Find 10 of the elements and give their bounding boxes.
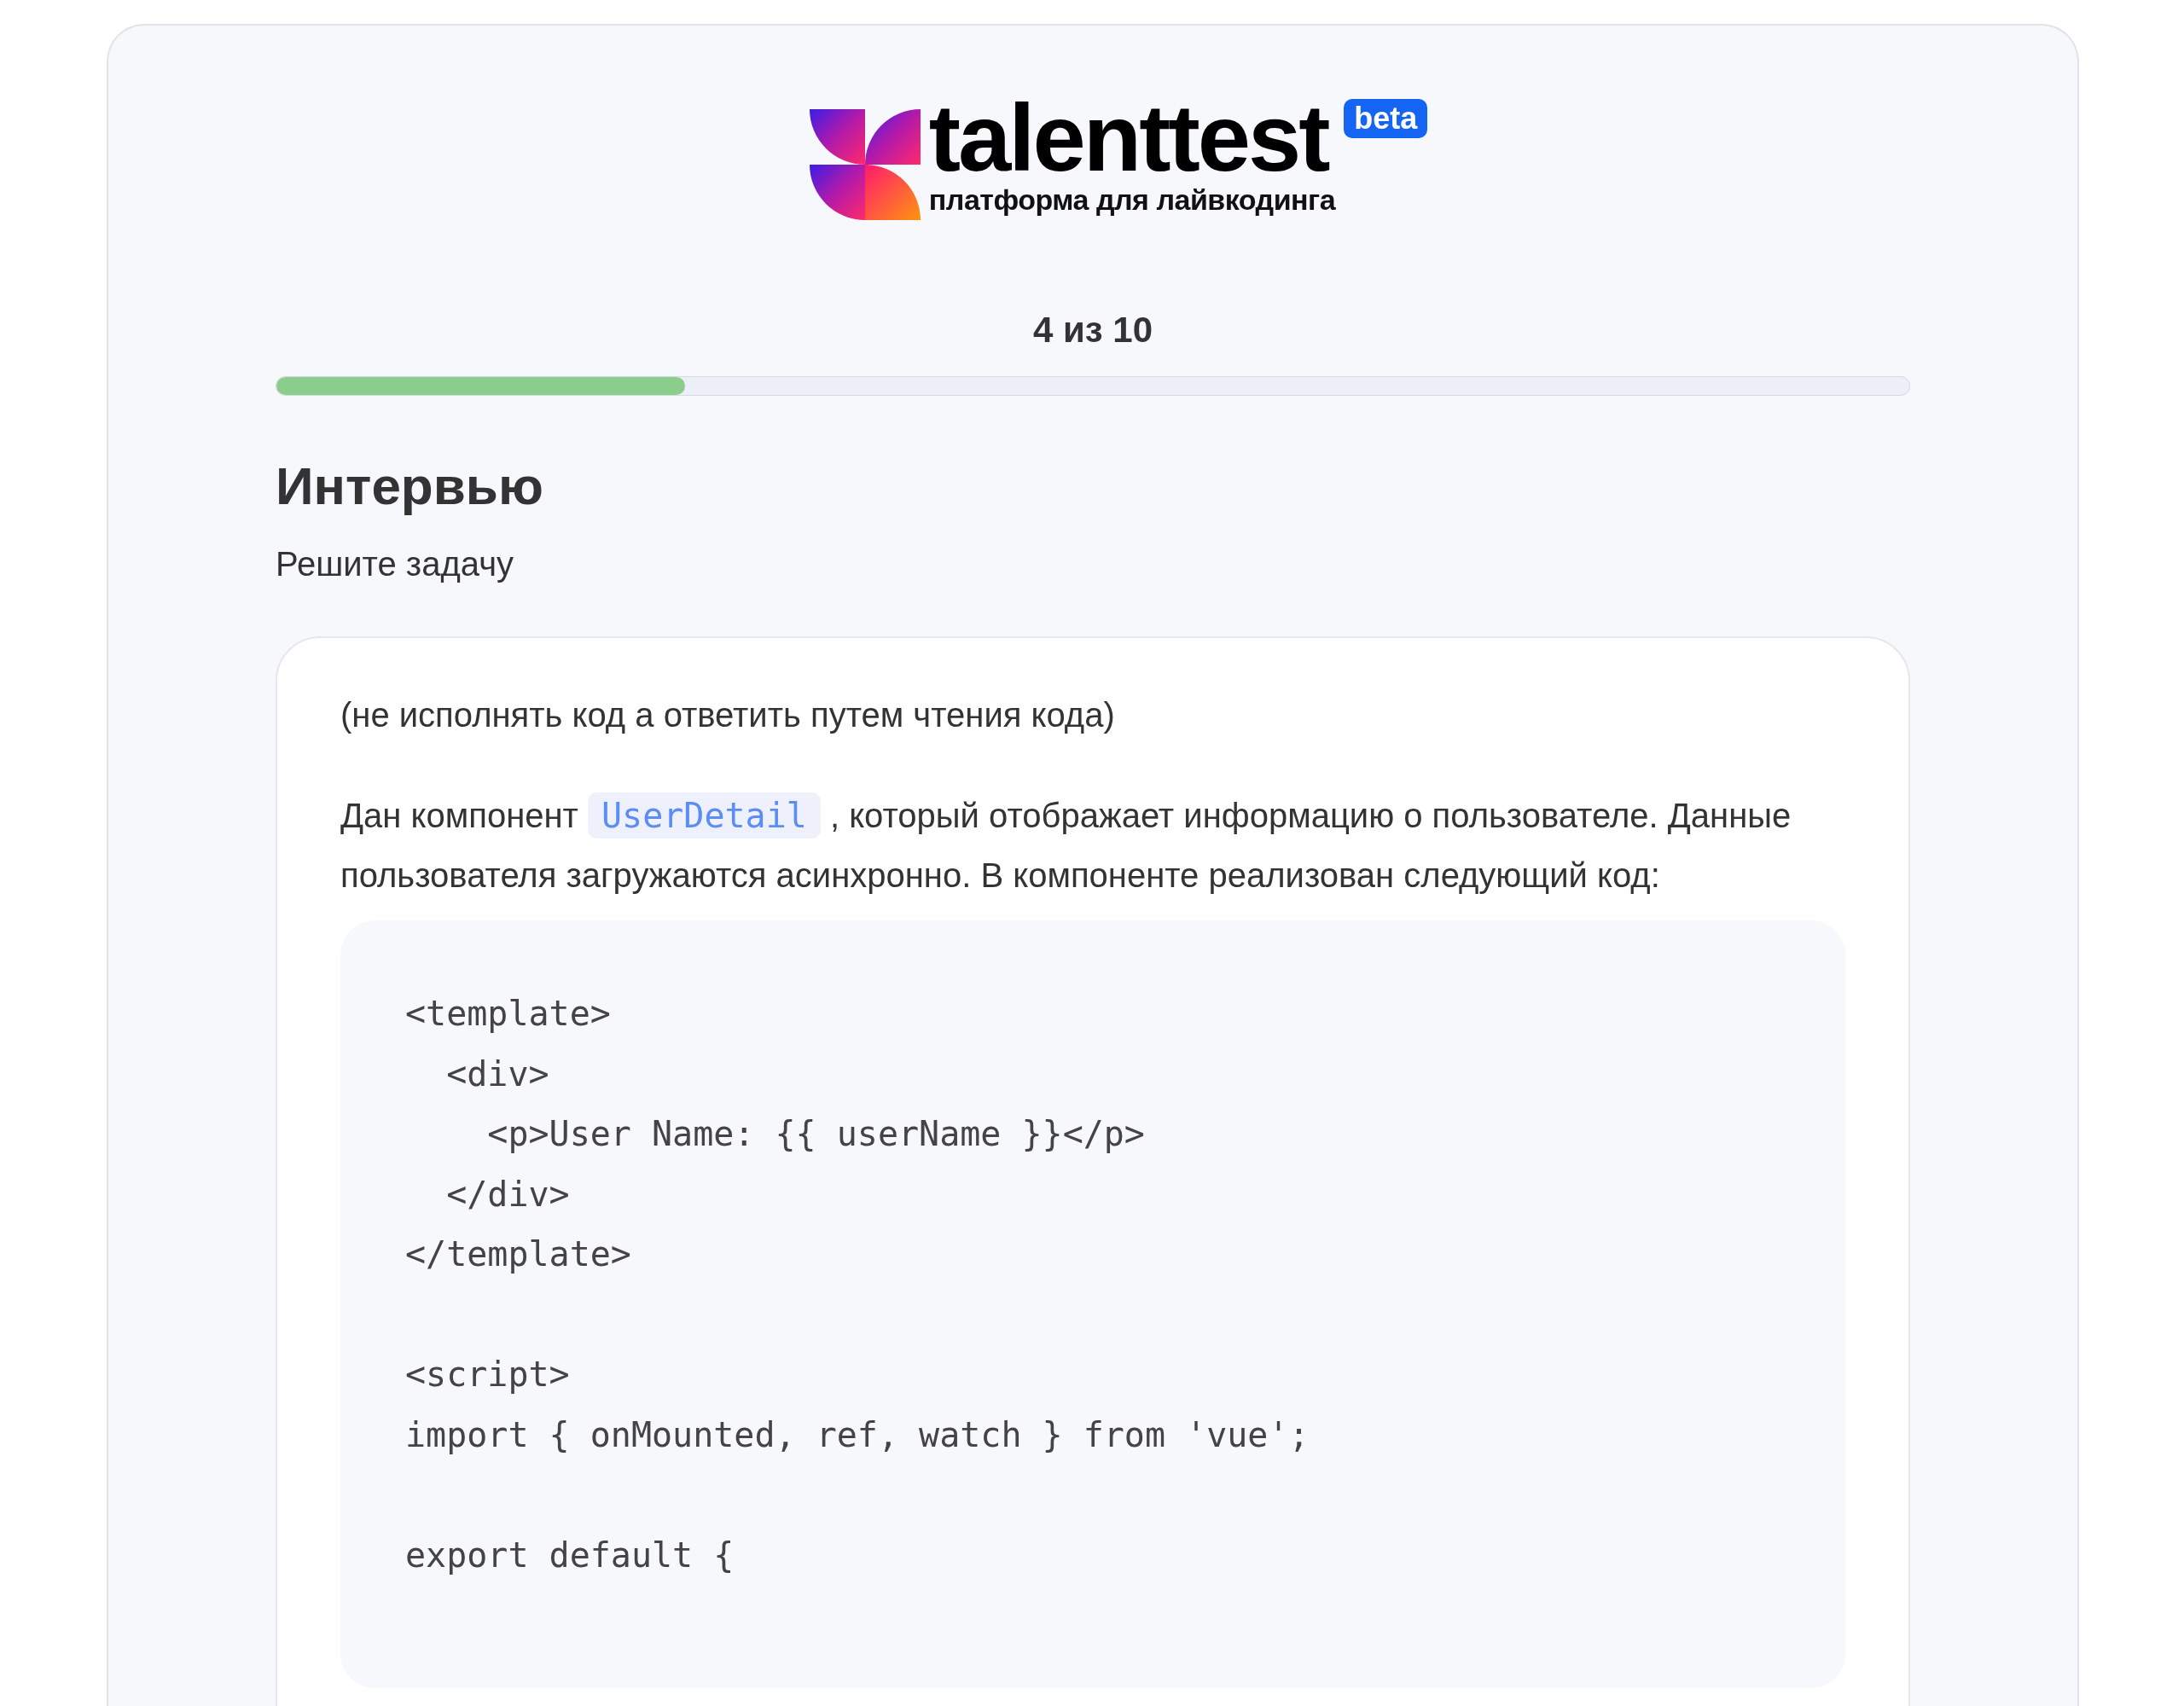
progress-counter: 4 из 10 — [1031, 310, 1154, 351]
section-subtitle: Решите задачу — [276, 545, 514, 583]
section-title: Интервью — [276, 456, 544, 516]
brand-name: talenttest — [928, 96, 1329, 181]
pinwheel-logo-icon — [809, 109, 921, 220]
question-note: (не исполнять код а ответить путем чтения кода) — [340, 696, 1116, 734]
code-text: <template> <div> <p>User Name: {{ userName }}</p> </div> </template> <script> import { onMounted, ref, watch } from 'vue'; export default { — [405, 993, 1310, 1576]
brand-tagline: платформа для лайвкодинга — [928, 183, 1336, 217]
beta-badge: beta — [1344, 99, 1428, 138]
question-text: Дан компонент UserDetail , который отображает информацию о пользователе. Данные пользователя загружаются асинхронно. В компоненте реализован следующий код: — [340, 786, 1845, 905]
